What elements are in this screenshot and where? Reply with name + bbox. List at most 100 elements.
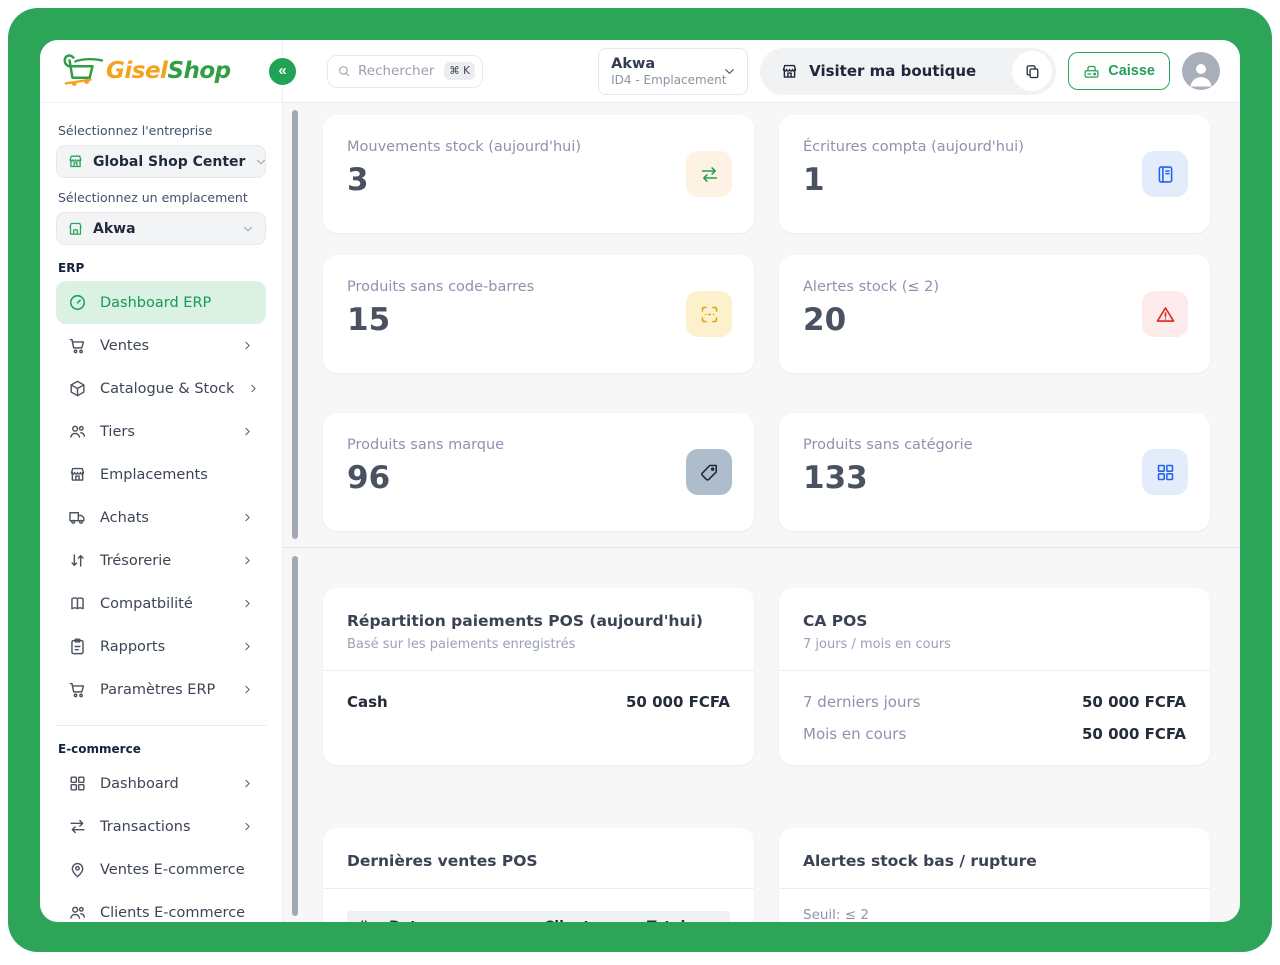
ca-period: Mois en cours [803,725,906,743]
collapse-sidebar-button[interactable]: « [267,56,298,87]
sidebar-item-label: Achats [100,510,228,526]
map-pin-icon [68,860,87,879]
sidebar-item-catalogue-stock[interactable]: Catalogue & Stock [56,367,266,410]
location-dropdown-name: Akwa [611,56,722,72]
sidebar-item-compatbilit-[interactable]: Compatbilité [56,582,266,625]
sidebar-section-title: E-commerce [58,742,264,756]
stat-card-1: Écritures compta (aujourd'hui)1 [779,115,1210,233]
grid-icon [1155,462,1176,483]
search-shortcut-badge: ⌘ K [444,62,475,80]
last-sales-title: Dernières ventes POS [347,852,730,870]
sidebar-item-ventes-e-commerce[interactable]: Ventes E-commerce [56,848,266,891]
company-select-label: Sélectionnez l'entreprise [58,123,264,138]
ca-pos-card: CA POS 7 jours / mois en cours 7 dernier… [779,588,1210,765]
cart-icon [68,336,87,355]
arrows-up-down-icon [68,551,87,570]
sales-column-header: Date [389,919,544,922]
users-icon [68,422,87,441]
sales-column-header: Total [647,919,730,922]
sidebar-item-label: Clients E-commerce [100,905,254,921]
copy-store-link-button[interactable] [1012,51,1052,91]
payments-title: Répartition paiements POS (aujourd'hui) [347,612,730,630]
sidebar-item-label: Trésorerie [100,553,228,569]
location-dropdown-sub: ID4 - Emplacement [611,73,722,87]
chevron-right-icon [241,511,254,524]
stat-icon-box [1142,291,1188,337]
storefront-icon [68,465,87,484]
sidebar-item-label: Dashboard ERP [100,295,254,311]
company-select[interactable]: Global Shop Center [56,145,266,178]
book-icon [68,594,87,613]
payment-amount: 50 000 FCFA [626,693,730,711]
stat-icon-box [686,151,732,197]
sidebar-item-tiers[interactable]: Tiers [56,410,266,453]
chevron-right-icon [247,382,260,395]
transfer-icon [68,817,87,836]
company-select-value: Global Shop Center [93,154,245,170]
sidebar-item-dashboard-erp[interactable]: Dashboard ERP [56,281,266,324]
visit-store-button[interactable]: Visiter ma boutique [760,48,1056,95]
stat-card-3: Alertes stock (≤ 2)20 [779,255,1210,373]
stat-icon-box [1142,151,1188,197]
search-icon [337,64,351,78]
sidebar-item-clients-e-commerce[interactable]: Clients E-commerce [56,891,266,922]
chevron-right-icon [241,425,254,438]
users-icon [68,903,87,922]
grid-icon [68,774,87,793]
stat-label: Produits sans catégorie [803,437,1186,453]
stat-value: 1 [803,162,1186,198]
stats-pane: Mouvements stock (aujourd'hui)3Écritures… [283,103,1240,548]
caisse-button[interactable]: Caisse [1068,52,1170,90]
logo[interactable]: GiselShop [40,40,282,103]
package-icon [68,379,87,398]
storefront-icon [67,153,84,170]
stat-label: Produits sans marque [347,437,730,453]
sidebar-item-ventes[interactable]: Ventes [56,324,266,367]
transfer-icon [699,164,720,185]
sidebar-item-label: Catalogue & Stock [100,381,234,397]
stock-alerts-title: Alertes stock bas / rupture [803,852,1186,870]
warning-icon [1155,304,1176,325]
clipboard-icon [68,637,87,656]
caisse-label: Caisse [1108,63,1155,79]
sidebar-item-param-tres-erp[interactable]: Paramètres ERP [56,668,266,711]
sidebar-item-dashboard[interactable]: Dashboard [56,762,266,805]
ca-row: 7 derniers jours50 000 FCFA [803,693,1186,711]
main-content: Mouvements stock (aujourd'hui)3Écritures… [283,103,1240,922]
location-select[interactable]: Akwa [56,212,266,245]
chevron-right-icon [241,820,254,833]
payments-card: Répartition paiements POS (aujourd'hui) … [323,588,754,765]
cart-icon [68,680,87,699]
sidebar-item-label: Transactions [100,819,228,835]
sidebar-item-emplacements[interactable]: Emplacements [56,453,266,496]
sidebar-item-label: Ventes [100,338,228,354]
details-pane: Répartition paiements POS (aujourd'hui) … [283,548,1240,922]
sales-column-header: # [357,919,389,922]
location-dropdown[interactable]: Akwa ID4 - Emplacement [598,48,748,95]
sidebar-section-title: ERP [58,261,264,275]
scrollbar-thumb[interactable] [292,556,298,916]
copy-icon [1024,63,1041,80]
tag-icon [699,462,720,483]
gauge-icon [68,293,87,312]
sidebar-item-rapports[interactable]: Rapports [56,625,266,668]
sidebar-item-transactions[interactable]: Transactions [56,805,266,848]
sidebar-item-tr-sorerie[interactable]: Trésorerie [56,539,266,582]
ca-amount: 50 000 FCFA [1082,693,1186,711]
sidebar-item-achats[interactable]: Achats [56,496,266,539]
stat-card-0: Mouvements stock (aujourd'hui)3 [323,115,754,233]
chevron-down-icon [722,64,737,79]
sidebar-item-label: Compatbilité [100,596,228,612]
stat-value: 133 [803,460,1186,496]
stat-icon-box [1142,449,1188,495]
sidebar-item-label: Ventes E-commerce [100,862,254,878]
sales-column-header: Client [544,919,647,922]
chevron-right-icon [241,777,254,790]
scrollbar-thumb[interactable] [292,110,298,539]
stock-alerts-card: Alertes stock bas / rupture Seuil: ≤ 2 P… [779,828,1210,922]
truck-icon [68,508,87,527]
sidebar-item-label: Rapports [100,639,228,655]
avatar[interactable] [1182,52,1220,90]
search-placeholder: Rechercher [358,63,437,79]
search-input[interactable]: Rechercher ⌘ K [327,55,483,88]
